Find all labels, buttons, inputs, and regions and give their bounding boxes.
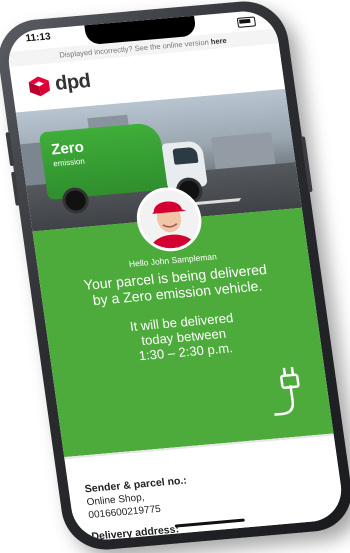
- dpd-logo[interactable]: dpd: [27, 70, 92, 98]
- driver-photo-icon: [136, 188, 203, 251]
- van-body: Zero emission: [38, 122, 168, 200]
- dpd-cube-icon: [28, 75, 50, 96]
- van-window: [172, 146, 199, 165]
- brand-name: dpd: [53, 70, 92, 95]
- status-time: 11:13: [24, 31, 52, 45]
- delivery-message-panel: Hello John Sampleman Your parcel is bein…: [32, 184, 334, 458]
- delivery-window: It will be delivered today between 1:30 …: [56, 304, 312, 370]
- battery-icon: [236, 16, 257, 28]
- plug-icon: [274, 366, 300, 416]
- online-version-link[interactable]: here: [210, 36, 227, 46]
- van-subtitle: emission: [52, 156, 86, 169]
- phone-device: 11:13 Displayed incorrectly? See the onl…: [0, 0, 350, 553]
- van-title: Zero: [50, 138, 85, 159]
